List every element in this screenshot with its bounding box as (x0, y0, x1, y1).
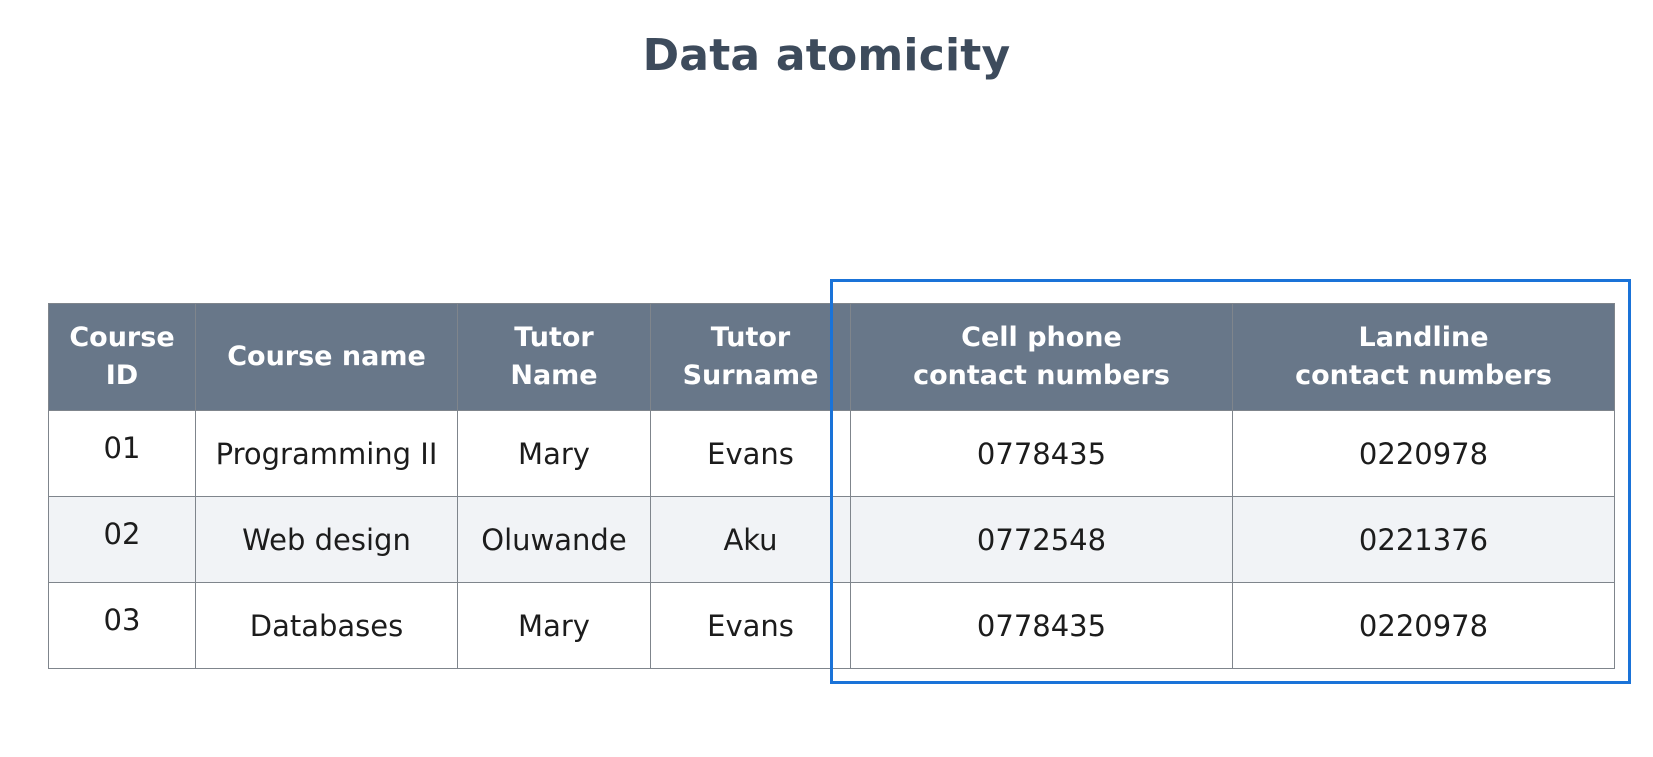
cell-cell-phone: 0778435 (850, 582, 1233, 669)
header-course-name: Course name (195, 303, 458, 411)
header-line-2: contact numbers (1295, 360, 1552, 391)
cell-landline: 0220978 (1232, 410, 1615, 497)
header-tutor-surname: Tutor Surname (650, 303, 851, 411)
cell-tutor-surname: Evans (650, 582, 851, 669)
header-line-1: Course (69, 322, 175, 353)
table-row: 03 Databases Mary Evans 0778435 0220978 (48, 582, 1615, 669)
header-line-2: Surname (682, 360, 819, 391)
header-line-2: ID (105, 360, 139, 391)
cell-course-id: 02 (48, 496, 196, 583)
cell-cell-phone: 0772548 (850, 496, 1233, 583)
cell-tutor-surname: Aku (650, 496, 851, 583)
cell-tutor-surname: Evans (650, 410, 851, 497)
header-cell-phone: Cell phone contact numbers (850, 303, 1233, 411)
header-tutor-name: Tutor Name (457, 303, 651, 411)
table-row: 02 Web design Oluwande Aku 0772548 02213… (48, 496, 1615, 583)
table-row: 01 Programming II Mary Evans 0778435 022… (48, 410, 1615, 497)
cell-course-id: 03 (48, 582, 196, 669)
header-line-1: Course name (227, 341, 426, 372)
header-line-2: Name (510, 360, 598, 391)
cell-cell-phone: 0778435 (850, 410, 1233, 497)
header-line-1: Cell phone (961, 322, 1122, 353)
data-table: Course ID Course name Tutor Name Tutor S… (48, 303, 1615, 669)
table-header-row: Course ID Course name Tutor Name Tutor S… (48, 303, 1615, 411)
header-landline: Landline contact numbers (1232, 303, 1615, 411)
header-line-1: Tutor (710, 322, 791, 353)
header-line-1: Tutor (514, 322, 594, 353)
cell-course-id: 01 (48, 410, 196, 497)
cell-course-name: Programming II (195, 410, 458, 497)
cell-tutor-name: Oluwande (457, 496, 651, 583)
cell-tutor-name: Mary (457, 410, 651, 497)
cell-landline: 0221376 (1232, 496, 1615, 583)
cell-tutor-name: Mary (457, 582, 651, 669)
cell-course-name: Web design (195, 496, 458, 583)
header-line-2: contact numbers (913, 360, 1170, 391)
header-line-1: Landline (1358, 322, 1489, 353)
header-course-id: Course ID (48, 303, 196, 411)
cell-landline: 0220978 (1232, 582, 1615, 669)
page-title: Data atomicity (642, 30, 1011, 81)
cell-course-name: Databases (195, 582, 458, 669)
